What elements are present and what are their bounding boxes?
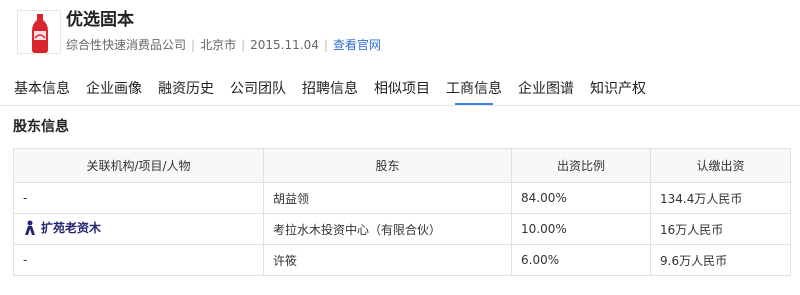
column-header: 出资比例 (511, 148, 651, 183)
column-header: 股东 (263, 148, 512, 183)
tab-business-info[interactable]: 工商信息 (446, 80, 502, 98)
section-title: 股东信息 (13, 119, 69, 135)
company-name: 优选固本 (66, 10, 134, 30)
table-header-row: 关联机构/项目/人物 股东 出资比例 认缴出资 (13, 148, 791, 183)
tab-company-profile[interactable]: 企业画像 (86, 80, 142, 98)
tab-company-graph[interactable]: 企业图谱 (518, 80, 574, 98)
amount-cell: 9.6万人民币 (650, 244, 791, 276)
company-header: 优选固本 综合性快速消费品公司 | 北京市 | 2015.11.04 | 查看官网 (0, 0, 800, 66)
related-cell: - (13, 244, 264, 276)
shareholder-cell: 胡益领 (263, 182, 512, 214)
column-header: 认缴出资 (650, 148, 791, 183)
shareholder-cell: 考拉水木投资中心（有限合伙） (263, 213, 512, 245)
active-tab-indicator (455, 103, 493, 105)
org-figure-icon (25, 220, 35, 235)
tab-recruiting[interactable]: 招聘信息 (302, 80, 358, 98)
table-row: 扩苑老资木 考拉水木投资中心（有限合伙） 10.00% 16万人民币 (13, 213, 791, 245)
website-link[interactable]: 查看官网 (333, 38, 381, 52)
amount-cell: 16万人民币 (650, 213, 791, 245)
tab-similar-projects[interactable]: 相似项目 (374, 80, 430, 98)
column-header: 关联机构/项目/人物 (13, 148, 264, 183)
ratio-cell: 6.00% (511, 244, 651, 276)
ratio-cell: 10.00% (511, 213, 651, 245)
shareholder-cell: 许筱 (263, 244, 512, 276)
related-org-logo-text: 扩苑老资木 (41, 221, 102, 236)
related-cell: - (13, 182, 264, 214)
table-row: - 许筱 6.00% 9.6万人民币 (13, 244, 791, 276)
shareholder-table: 关联机构/项目/人物 股东 出资比例 认缴出资 - 胡益领 84.00% 134… (13, 148, 791, 276)
table-row: - 胡益领 84.00% 134.4万人民币 (13, 182, 791, 214)
company-category: 综合性快速消费品公司 (66, 38, 187, 52)
section-tabs: 基本信息 企业画像 融资历史 公司团队 招聘信息 相似项目 工商信息 企业图谱 … (0, 74, 800, 106)
company-date: 2015.11.04 (250, 38, 319, 52)
tab-basic-info[interactable]: 基本信息 (14, 80, 70, 98)
company-logo (17, 10, 61, 54)
tab-team[interactable]: 公司团队 (230, 80, 286, 98)
tab-funding-history[interactable]: 融资历史 (158, 80, 214, 98)
tab-intellectual-property[interactable]: 知识产权 (590, 80, 646, 98)
related-cell: 扩苑老资木 (13, 213, 264, 245)
company-meta: 综合性快速消费品公司 | 北京市 | 2015.11.04 | 查看官网 (66, 37, 381, 53)
ratio-cell: 84.00% (511, 182, 651, 214)
amount-cell: 134.4万人民币 (650, 182, 791, 214)
company-city: 北京市 (200, 38, 237, 52)
related-org-logo[interactable]: 扩苑老资木 (23, 219, 101, 236)
meta-divider: | (191, 38, 196, 52)
meta-divider: | (241, 38, 246, 52)
meta-divider: | (323, 38, 328, 52)
